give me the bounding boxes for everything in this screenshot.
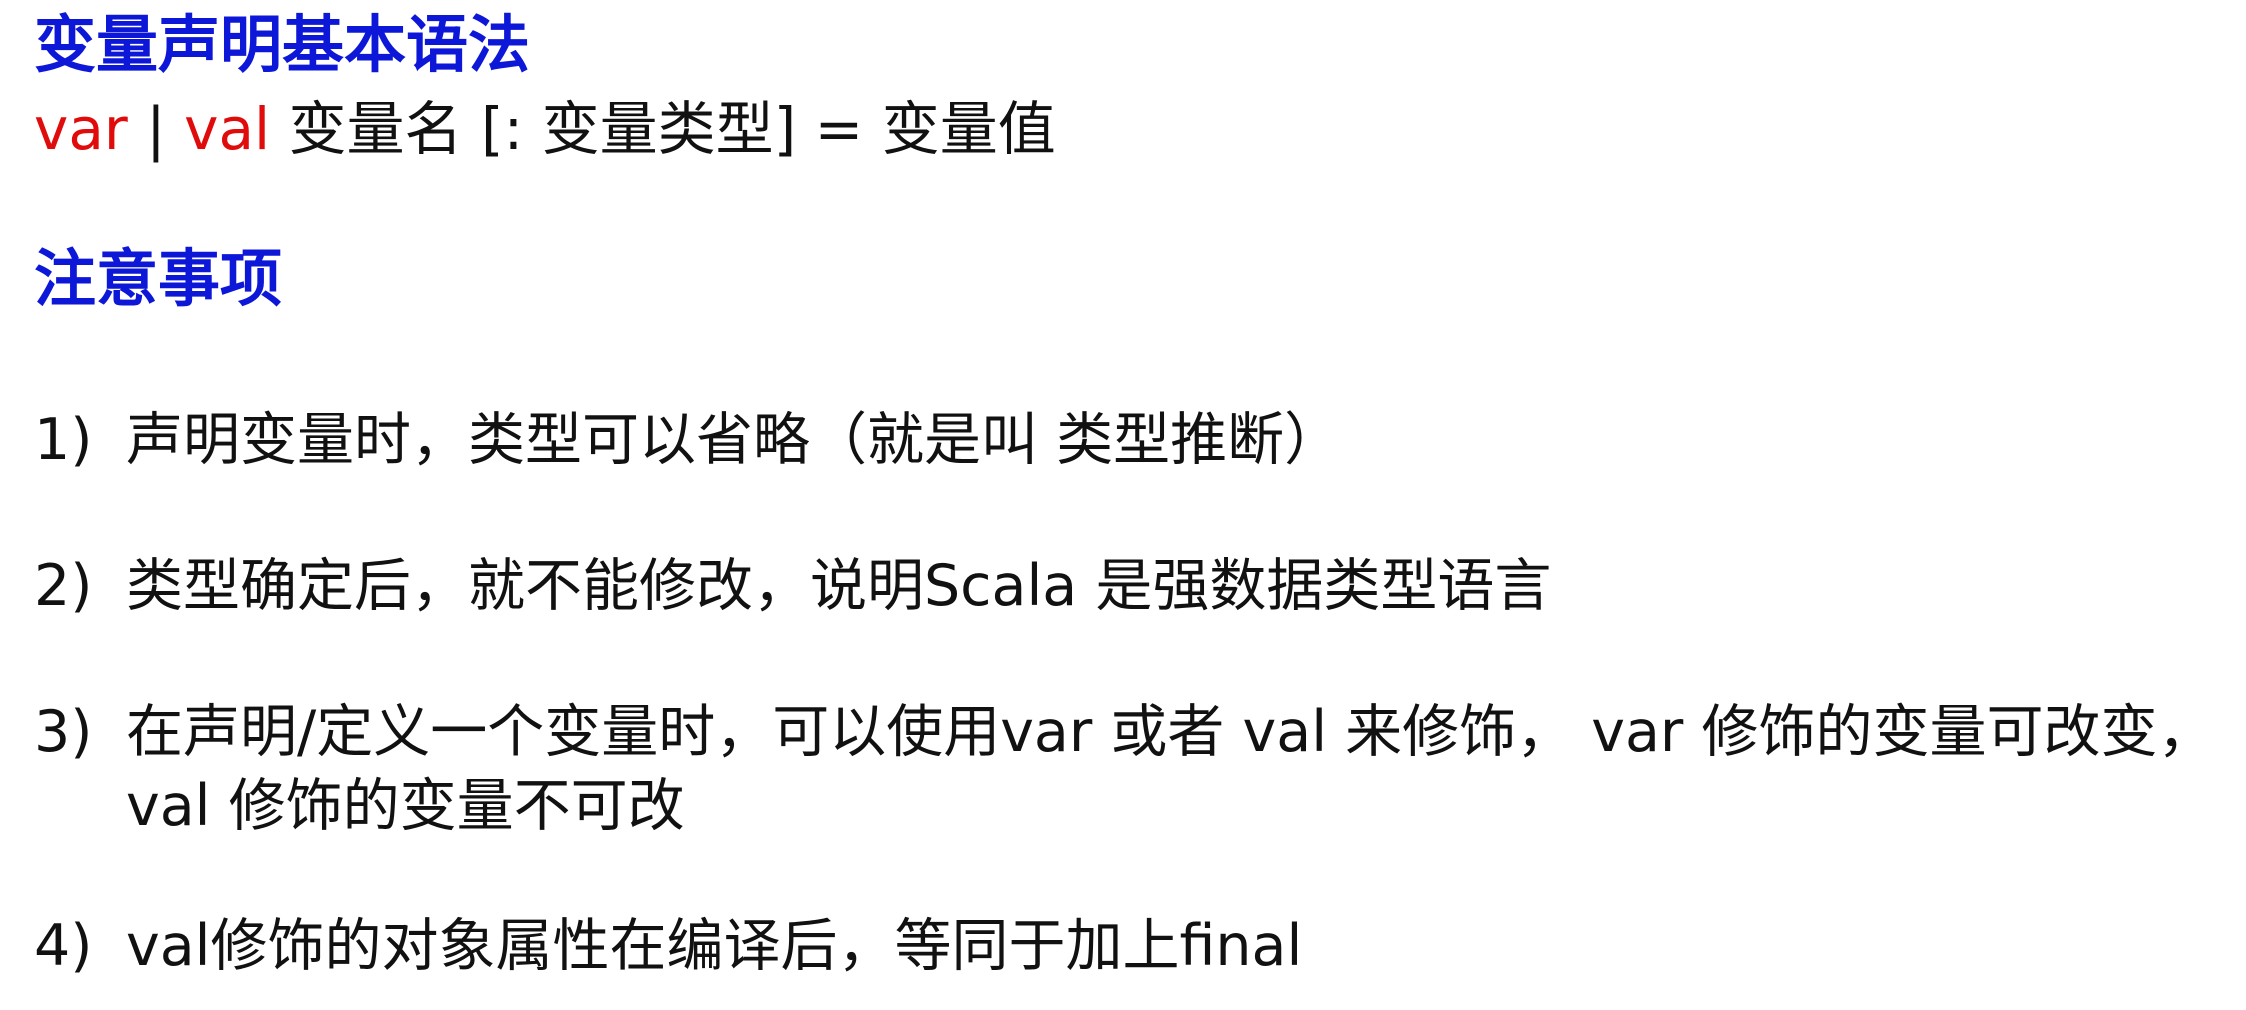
syntax-separator: | bbox=[127, 95, 185, 163]
note-number: 2) bbox=[34, 553, 93, 619]
var-keyword: var bbox=[34, 95, 128, 163]
syntax-rest: 变量名 [: 变量类型] = 变量值 bbox=[270, 95, 1056, 163]
note-number: 3) bbox=[34, 699, 93, 765]
note-text: 声明变量时，类型可以省略（就是叫 类型推断） bbox=[126, 407, 1342, 473]
note-item-1: 1) 声明变量时，类型可以省略（就是叫 类型推断） bbox=[34, 403, 2224, 477]
document-page: 变量声明基本语法 var | val 变量名 [: 变量类型] = 变量值 注意… bbox=[0, 0, 2246, 1010]
note-text: 类型确定后，就不能修改，说明Scala 是强数据类型语言 bbox=[126, 553, 1552, 619]
notes-heading: 注意事项 bbox=[34, 242, 283, 315]
note-item-3: 3) 在声明/定义一个变量时，可以使用var 或者 val 来修饰， var 修… bbox=[34, 695, 2224, 843]
note-number: 4) bbox=[34, 913, 93, 979]
note-item-4: 4) val修饰的对象属性在编译后，等同于加上final bbox=[34, 909, 2224, 983]
note-text: val修饰的对象属性在编译后，等同于加上final bbox=[126, 913, 1303, 979]
syntax-heading: 变量声明基本语法 bbox=[34, 8, 531, 81]
syntax-line: var | val 变量名 [: 变量类型] = 变量值 bbox=[34, 100, 1056, 158]
val-keyword: val bbox=[184, 95, 271, 163]
note-number: 1) bbox=[34, 407, 93, 473]
note-text: 在声明/定义一个变量时，可以使用var 或者 val 来修饰， var 修饰的变… bbox=[126, 699, 2215, 839]
note-item-2: 2) 类型确定后，就不能修改，说明Scala 是强数据类型语言 bbox=[34, 549, 2224, 623]
